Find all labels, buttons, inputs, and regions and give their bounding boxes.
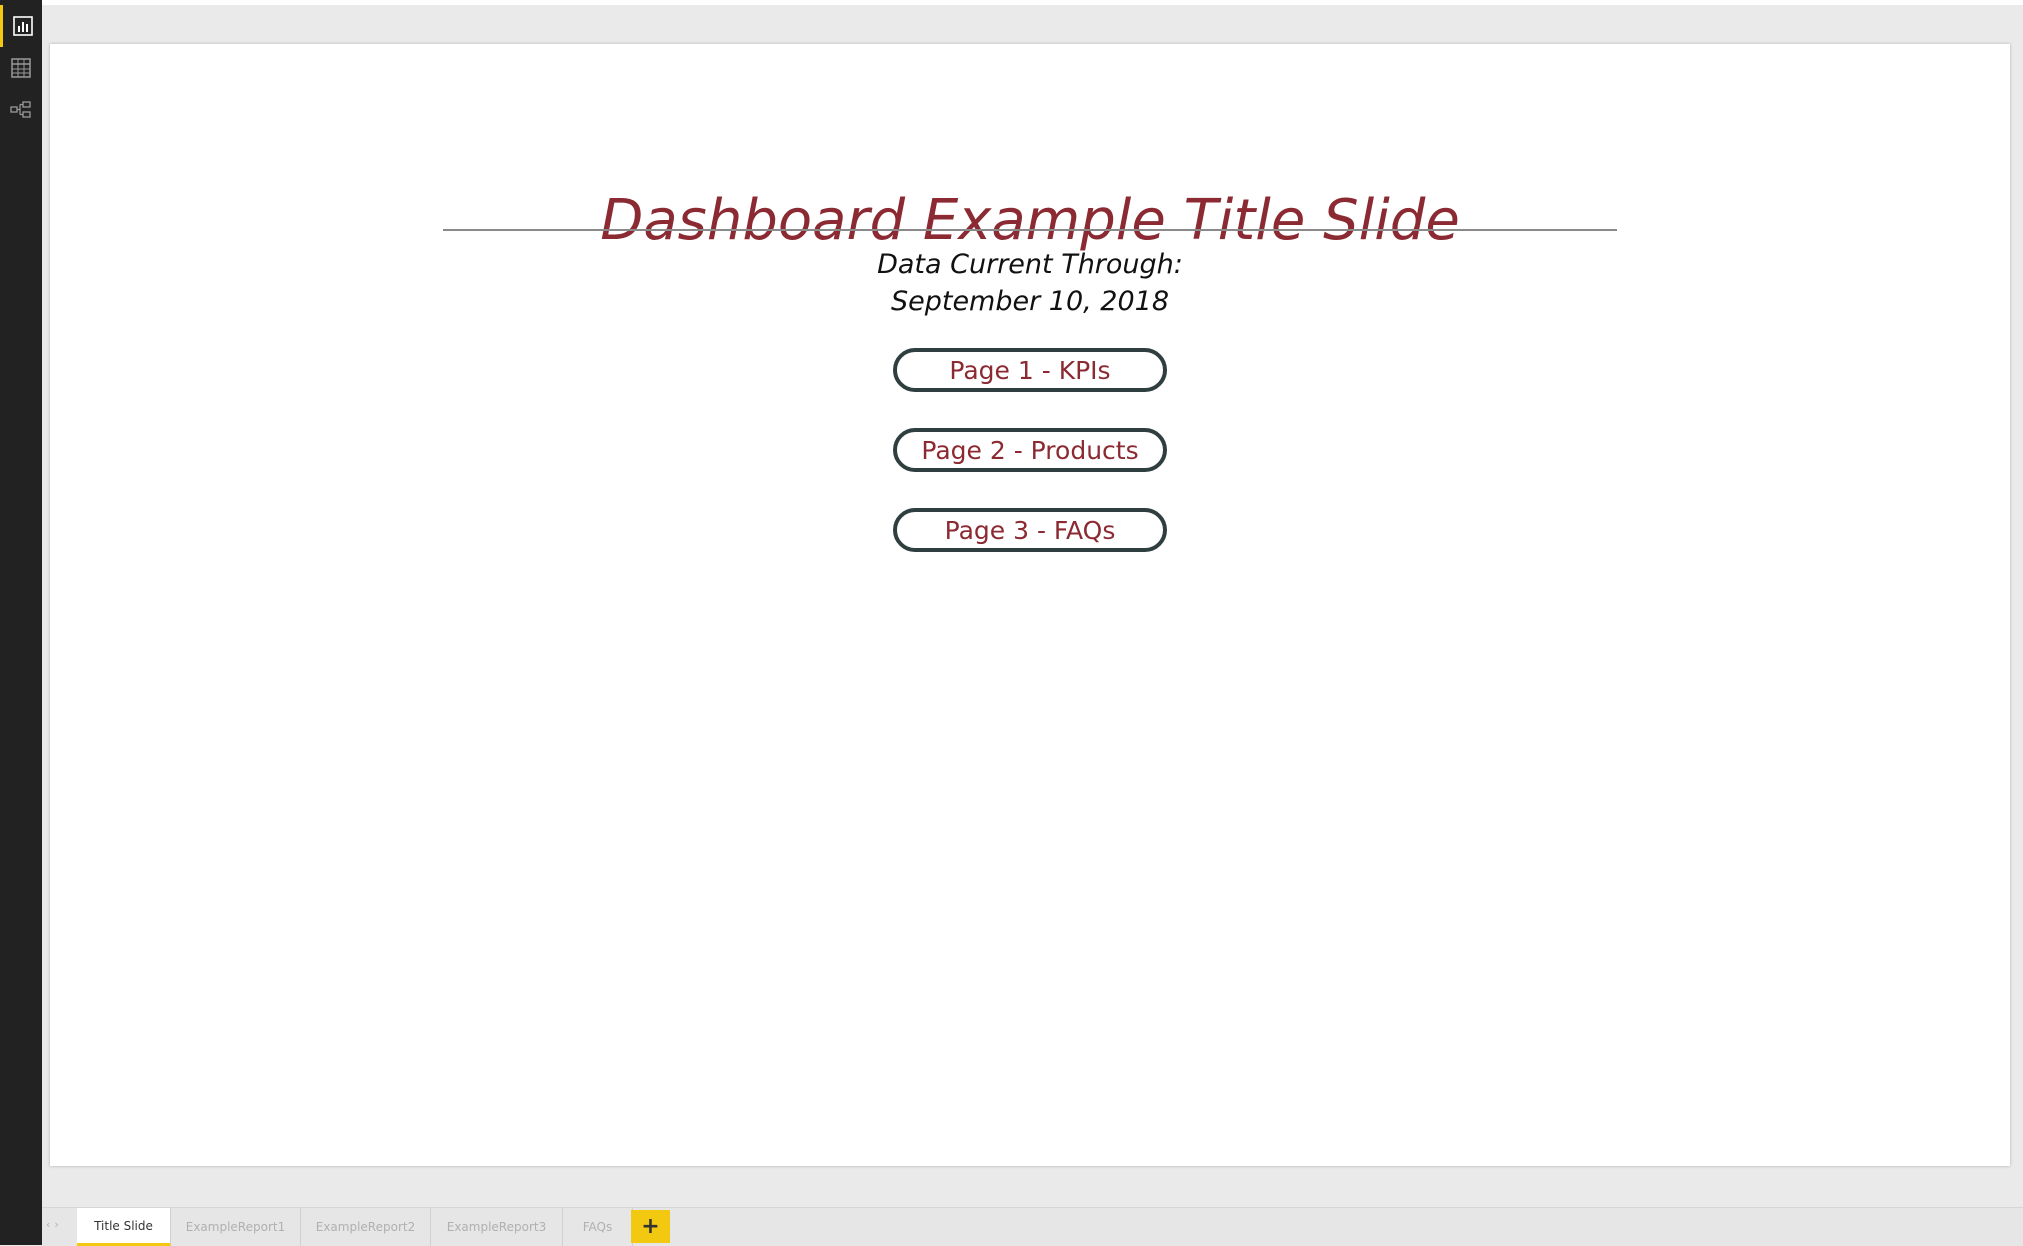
data-current-label: Data Current Through: [877,249,1183,280]
page-1-kpis-button-label: Page 1 - KPIs [949,355,1111,385]
report-canvas: Dashboard Example Title Slide Data Curre… [50,44,2010,1166]
tab-label: ExampleReport3 [446,1220,547,1234]
report-view-button[interactable] [0,5,42,47]
plus-icon: + [641,1214,660,1239]
tab-scroll-next-icon[interactable]: › [54,1218,62,1231]
page-3-faqs-button-label: Page 3 - FAQs [944,515,1116,545]
model-view-icon [10,101,31,118]
add-page-button[interactable]: + [631,1210,670,1243]
report-view-icon [12,16,33,36]
tab-label: ExampleReport1 [185,1220,286,1234]
tab-label: ExampleReport2 [315,1220,416,1234]
tab-label: FAQs [582,1220,613,1234]
tab-examplereport3[interactable]: ExampleReport3 [431,1208,563,1246]
tab-examplereport2[interactable]: ExampleReport2 [301,1208,431,1246]
title-divider [443,229,1617,231]
page-2-products-button[interactable]: Page 2 - Products [893,428,1167,472]
tab-faqs[interactable]: FAQs [563,1208,633,1246]
data-view-button[interactable] [0,47,42,89]
tab-label: Title Slide [94,1218,153,1233]
view-rail [0,0,42,1245]
page-tab-bar: ‹› Title Slide ExampleReport1 ExampleRep… [42,1207,2023,1246]
page-1-kpis-button[interactable]: Page 1 - KPIs [893,348,1167,392]
page-title: Dashboard Example Title Slide [600,188,1460,253]
tab-scroll-arrows: ‹› [46,1218,63,1231]
data-view-icon [11,58,31,78]
page-3-faqs-button[interactable]: Page 3 - FAQs [893,508,1167,552]
tab-examplereport1[interactable]: ExampleReport1 [171,1208,301,1246]
top-strip [42,0,2023,5]
page-2-products-button-label: Page 2 - Products [921,435,1139,465]
model-view-button[interactable] [0,89,42,131]
data-current-date: September 10, 2018 [890,286,1170,317]
tab-title-slide[interactable]: Title Slide [77,1208,171,1246]
